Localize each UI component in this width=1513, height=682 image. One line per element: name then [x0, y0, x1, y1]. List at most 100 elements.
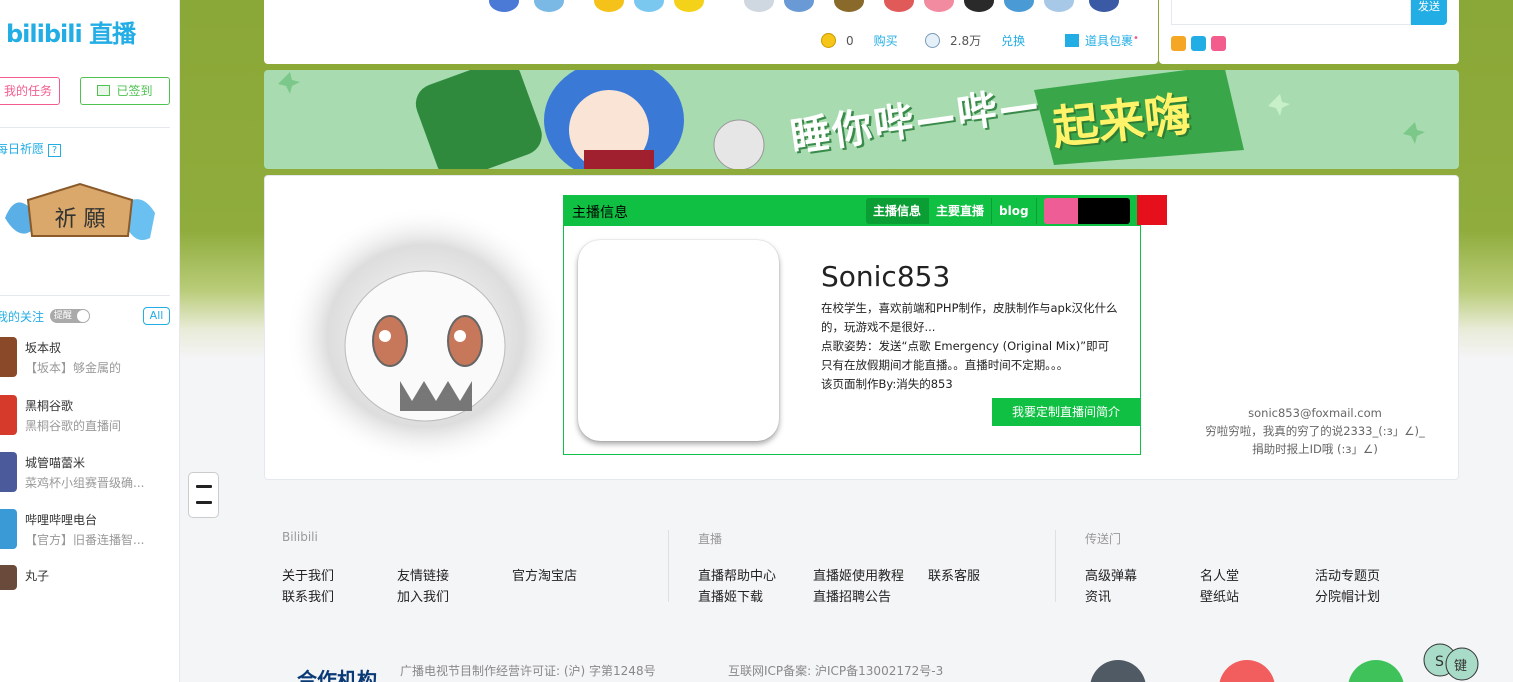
footer-link-join[interactable]: 加入我们 [397, 586, 449, 605]
calendar-icon [97, 85, 111, 96]
follow-item[interactable]: 城管喵蕾米菜鸡杯小组赛晋级确... [0, 452, 180, 502]
toggle-knob [76, 310, 89, 322]
help-icon[interactable]: ? [48, 144, 62, 157]
footer-link-sorting-hat[interactable]: 分院帽计划 [1315, 586, 1380, 605]
follow-item[interactable]: 黑桐谷歌黑桐谷歌的直播间 [0, 395, 180, 445]
daily-wish-title: 每日祈愿? [0, 140, 62, 157]
avatar[interactable] [0, 565, 17, 590]
tab-host-info[interactable]: 主播信息 [866, 198, 930, 224]
notify-toggle[interactable]: 提醒 [49, 309, 90, 323]
item-bag-link[interactable]: 道具包裹• [1065, 32, 1139, 49]
description-line: 的，玩游戏不是很好... [821, 320, 936, 334]
footer-col-title: Bilibili [282, 530, 318, 544]
bag-notice-dot: • [1133, 33, 1139, 44]
contact-email[interactable]: sonic853@foxmail.com [1185, 404, 1445, 422]
host-avatar[interactable] [578, 240, 779, 441]
gift-sticker-icon[interactable] [594, 0, 624, 12]
footer-link-help[interactable]: 直播帮助中心 [698, 565, 776, 584]
signed-in-button[interactable]: 已签到 [80, 77, 170, 105]
icp-record[interactable]: 互联网ICP备案: 沪ICP备13002172号-3 [728, 662, 943, 679]
gift-sticker-icon[interactable] [744, 0, 774, 12]
sidebar-toggle-handle[interactable] [188, 472, 219, 518]
footer-link-taobao[interactable]: 官方淘宝店 [512, 565, 577, 584]
promo-banner[interactable]: 睡你哔—哔— 起来嗨 [264, 70, 1459, 169]
tab-blog[interactable]: blog [992, 198, 1037, 224]
host-username: Sonic853 [821, 260, 951, 293]
gift-sticker-icon[interactable] [634, 0, 664, 12]
wish-plaque-text: 祈 願 [55, 207, 106, 232]
gift-sticker-icon[interactable] [924, 0, 954, 12]
footer-link-wallpaper[interactable]: 壁纸站 [1200, 586, 1239, 605]
exchange-link[interactable]: 兑换 [1001, 34, 1025, 48]
follow-room-title: 【官方】旧番连播智... [25, 533, 145, 547]
footer-links: Bilibili 关于我们 友情链接 官方淘宝店 联系我们 加入我们 直播 直播… [280, 530, 1460, 610]
gold-seed: 0 购买 [821, 32, 898, 49]
pink-theme-swatch[interactable] [1044, 198, 1078, 224]
footer-link-about[interactable]: 关于我们 [282, 565, 334, 584]
float-key-jian: 键 [1454, 659, 1467, 674]
gift-sticker-icon[interactable] [1004, 0, 1034, 12]
gift-sticker-icon[interactable] [834, 0, 864, 12]
notify-toggle-label: 提醒 [53, 311, 72, 321]
guard-icon[interactable] [1211, 36, 1226, 51]
wish-plaque-image[interactable]: 祈 願 [0, 178, 160, 248]
follow-name: 黑桐谷歌 [25, 399, 74, 413]
follow-name: 哔哩哔哩电台 [25, 513, 98, 527]
gift-sticker-icon[interactable] [884, 0, 914, 12]
gift-sticker-icon[interactable] [489, 0, 519, 12]
host-info-section: 主播信息 主播信息 主要直播 blog Sonic853 在校学生，喜欢前端和P… [264, 175, 1459, 480]
danmaku-input[interactable] [1171, 0, 1411, 25]
panel-header: 主播信息 主播信息 主要直播 blog [564, 196, 1140, 226]
footer-link-news[interactable]: 资讯 [1085, 586, 1111, 605]
footer-link-tutorial[interactable]: 直播姬使用教程 [813, 565, 904, 584]
emoji-icon[interactable] [1171, 36, 1186, 51]
handle-bar [196, 501, 212, 504]
send-button[interactable]: 发送 [1411, 0, 1447, 25]
follow-item[interactable]: 坂本叔 【坂本】够金属的 [0, 337, 180, 387]
bag-label: 道具包裹 [1085, 34, 1134, 48]
floating-keyboard-widget[interactable]: S 键 [1422, 638, 1482, 682]
gift-sticker-icon[interactable] [1089, 0, 1119, 12]
avatar[interactable] [0, 395, 17, 435]
tab-main-stream[interactable]: 主要直播 [929, 198, 993, 224]
red-theme-swatch[interactable] [1137, 195, 1167, 225]
gift-sticker-icon[interactable] [1044, 0, 1074, 12]
avatar[interactable] [0, 337, 17, 377]
gift-sticker-icon[interactable] [964, 0, 994, 12]
partner-title: 合作机构 [297, 668, 377, 682]
footer-link-events[interactable]: 活动专题页 [1315, 565, 1380, 584]
description-line: 该页面制作By:消失的853 [821, 377, 953, 391]
float-key-s: S [1435, 654, 1444, 670]
silver-seed: 2.8万 兑换 [925, 32, 1025, 49]
contact-line: 穷啦穷啦，我真的穷了的说2333_(:з」∠)_ [1205, 424, 1425, 438]
gift-sticker-icon[interactable] [534, 0, 564, 12]
footer-link-hall-of-fame[interactable]: 名人堂 [1200, 565, 1239, 584]
avatar[interactable] [0, 452, 17, 492]
footer-link-contact[interactable]: 联系我们 [282, 586, 334, 605]
my-tasks-button[interactable]: 我的任务 [0, 77, 60, 105]
customize-intro-button[interactable]: 我要定制直播间简介 [992, 398, 1140, 426]
follow-room-title: 菜鸡杯小组赛晋级确... [25, 476, 145, 490]
follow-name: 城管喵蕾米 [25, 456, 86, 470]
follow-item[interactable]: 丸子 [0, 565, 180, 615]
bilibili-live-logo[interactable]: bilibili 直播 [6, 14, 136, 49]
panel-tabs: 主播信息 主要直播 blog [866, 198, 1037, 224]
gift-sticker-icon[interactable] [784, 0, 814, 12]
host-info-panel: 主播信息 主播信息 主要直播 blog Sonic853 在校学生，喜欢前端和P… [563, 195, 1141, 455]
footer-link-advanced-danmaku[interactable]: 高级弹幕 [1085, 565, 1137, 584]
bilibili-icon[interactable] [1191, 36, 1206, 51]
black-theme-swatch[interactable] [1078, 198, 1130, 224]
gift-sticker-icon[interactable] [674, 0, 704, 12]
silver-seed-value: 2.8万 [950, 34, 982, 48]
follow-item[interactable]: 哔哩哔哩电台【官方】旧番连播智... [0, 509, 180, 559]
footer-link-download[interactable]: 直播姬下载 [698, 586, 763, 605]
footer-link-recruit[interactable]: 直播招聘公告 [813, 586, 891, 605]
footer-link-friends[interactable]: 友情链接 [397, 565, 449, 584]
avatar[interactable] [0, 509, 17, 549]
all-follows-button[interactable]: All [143, 307, 170, 325]
buy-link[interactable]: 购买 [874, 34, 898, 48]
footer-link-support[interactable]: 联系客服 [928, 565, 980, 584]
description-line: 只有在放假期间才能直播。。直播时间不定期。。。 [821, 358, 1069, 372]
panel-title: 主播信息 [572, 205, 628, 221]
follow-room-title: 黑桐谷歌的直播间 [25, 419, 122, 433]
